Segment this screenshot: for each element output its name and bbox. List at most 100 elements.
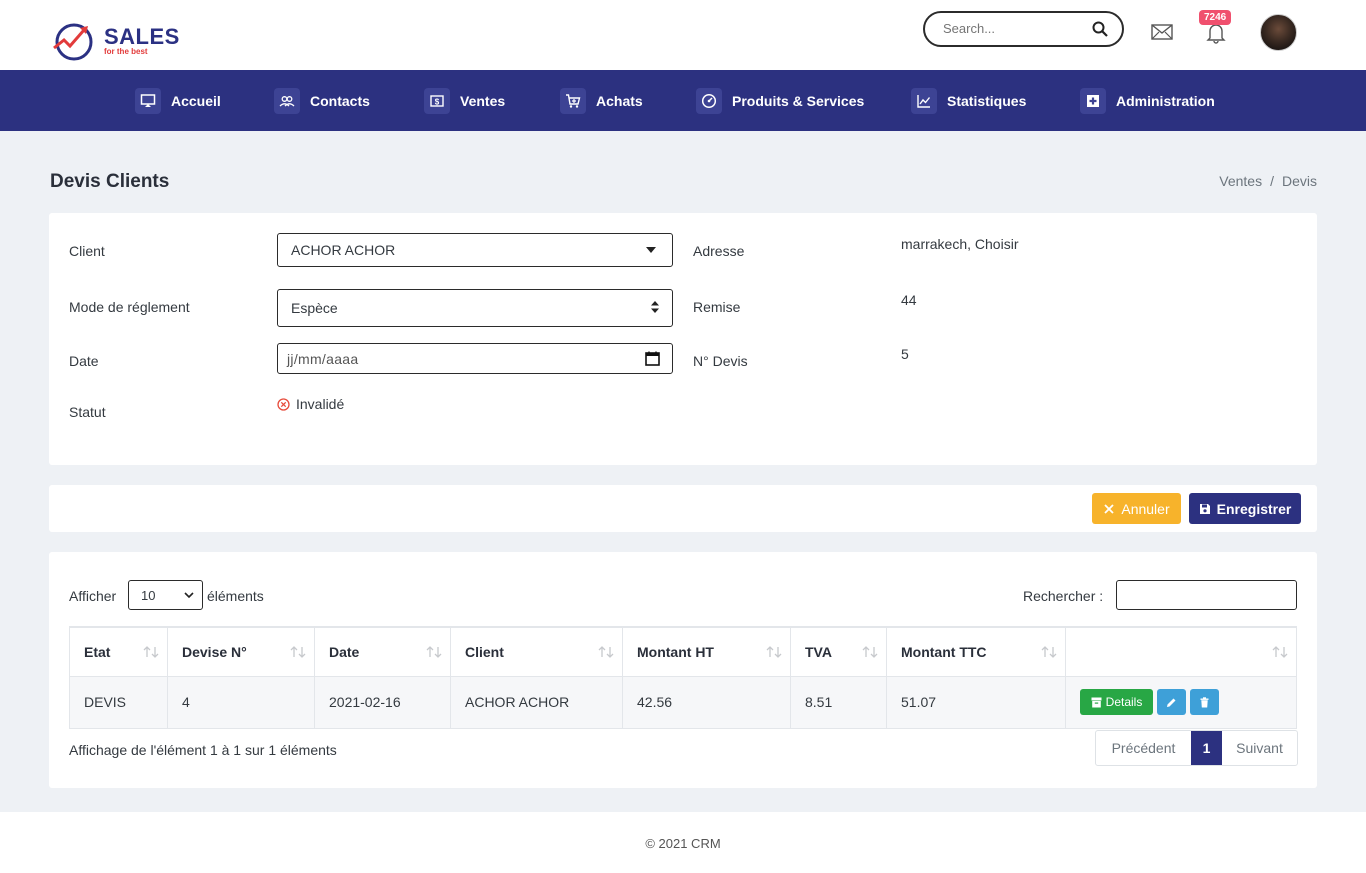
page-title: Devis Clients (50, 171, 170, 192)
sort-icon (1041, 646, 1057, 658)
search-icon[interactable] (1092, 21, 1108, 37)
chevron-down-icon (184, 592, 194, 599)
table-info: Affichage de l'élément 1 à 1 sur 1 éléme… (69, 742, 337, 758)
sort-icon (426, 646, 442, 658)
column-header-etat[interactable]: Etat (69, 626, 168, 677)
cancel-button[interactable]: Annuler (1092, 493, 1181, 524)
chevron-down-icon (646, 247, 656, 253)
breadcrumb-item-ventes[interactable]: Ventes (1219, 173, 1262, 189)
date-input[interactable]: jj/mm/aaaa (277, 343, 673, 374)
page-length-value: 10 (141, 587, 156, 603)
cell-montant-ht: 42.56 (622, 675, 791, 729)
elements-label: éléments (207, 588, 264, 604)
breadcrumb: Ventes / Devis (1219, 173, 1317, 189)
nav-item-label: Administration (1116, 93, 1215, 109)
nav-item-statistiques[interactable]: Statistiques (911, 88, 1026, 114)
nav-item-contacts[interactable]: Contacts (274, 88, 370, 114)
nav-item-achats[interactable]: Achats (560, 88, 643, 114)
breadcrumb-item-devis: Devis (1281, 173, 1317, 189)
statut-label: Statut (69, 404, 106, 420)
save-button[interactable]: Enregistrer (1189, 493, 1301, 524)
pagination: Précédent 1 Suivant (1095, 730, 1298, 766)
delete-button[interactable] (1190, 689, 1219, 715)
global-search-input[interactable] (943, 21, 1093, 36)
column-header-montant-ttc[interactable]: Montant TTC (886, 626, 1066, 677)
previous-page-button[interactable]: Précédent (1096, 731, 1191, 765)
global-search[interactable] (923, 11, 1124, 47)
cell-devise-number: 4 (167, 675, 315, 729)
sort-icon (1272, 646, 1288, 658)
table-search-label: Rechercher : (1023, 588, 1104, 604)
column-header-label: Date (329, 643, 360, 660)
column-header-devise[interactable]: Devise N° (167, 626, 315, 677)
nav-item-label: Statistiques (947, 93, 1027, 109)
mode-reglement-label: Mode de réglement (69, 299, 190, 315)
avatar[interactable] (1260, 14, 1297, 51)
sales-logo[interactable]: SALES for the best (50, 18, 180, 62)
column-header-label: Etat (84, 643, 111, 660)
mode-reglement-value: Espèce (291, 300, 338, 316)
trash-icon (1200, 696, 1209, 707)
pencil-icon (1167, 698, 1176, 707)
bell-icon[interactable] (1206, 22, 1226, 44)
page-1-button[interactable]: 1 (1191, 731, 1222, 765)
column-header-label: TVA (805, 643, 832, 660)
mail-icon[interactable] (1151, 24, 1173, 40)
column-header-client[interactable]: Client (450, 626, 623, 677)
cell-montant-ttc: 51.07 (886, 675, 1066, 729)
date-input-placeholder: jj/mm/aaaa (287, 350, 359, 367)
footer-copyright: © 2021 CRM (645, 836, 721, 851)
column-header-date[interactable]: Date (314, 626, 451, 677)
row-actions: Details (1080, 689, 1282, 715)
nav-item-label: Accueil (171, 93, 221, 109)
nav-item-administration[interactable]: Administration (1080, 88, 1215, 114)
cell-actions: Details (1065, 675, 1297, 729)
gauge-icon (696, 88, 722, 114)
plus-box-icon (1080, 88, 1106, 114)
remise-value: 44 (901, 292, 917, 308)
date-label: Date (69, 353, 99, 369)
sort-icon (143, 646, 159, 658)
column-header-tva[interactable]: TVA (790, 626, 887, 677)
breadcrumb-separator: / (1270, 173, 1274, 189)
remise-label: Remise (693, 299, 741, 315)
nav-item-accueil[interactable]: Accueil (135, 88, 221, 114)
table-row: DEVIS 4 2021-02-16 ACHOR ACHOR 42.56 8.5… (69, 675, 1297, 729)
calendar-icon[interactable] (645, 351, 660, 366)
adresse-label: Adresse (693, 243, 745, 259)
notification-badge: 7246 (1199, 10, 1232, 25)
table-search-input[interactable] (1116, 580, 1297, 610)
column-header-montant-ht[interactable]: Montant HT (622, 626, 791, 677)
client-select[interactable]: ACHOR ACHOR (277, 233, 673, 267)
page-length-select[interactable]: 10 (128, 580, 203, 610)
next-page-button[interactable]: Suivant (1222, 731, 1297, 765)
nav-item-ventes[interactable]: $ Ventes (424, 88, 505, 114)
mode-reglement-select[interactable]: Espèce (277, 289, 673, 327)
archive-icon (1091, 697, 1102, 707)
client-select-value: ACHOR ACHOR (291, 242, 396, 258)
column-header-label: Client (465, 643, 504, 660)
n-devis-value: 5 (901, 346, 909, 362)
devis-form-card: Client ACHOR ACHOR Mode de réglement Esp… (49, 213, 1317, 465)
logo-emblem-icon (53, 23, 93, 61)
edit-button[interactable] (1157, 689, 1186, 715)
devis-table-card: Afficher 10 éléments Rechercher : Etat D… (49, 552, 1317, 788)
dollar-icon: $ (424, 88, 450, 114)
nav-item-produits-services[interactable]: Produits & Services (696, 88, 864, 114)
sort-icon (862, 646, 878, 658)
main-nav: Accueil Contacts $ Ventes Achats Produit… (0, 70, 1366, 131)
sort-icon (766, 646, 782, 658)
column-header-actions[interactable] (1065, 626, 1297, 677)
sort-arrows-icon (651, 301, 659, 313)
details-button[interactable]: Details (1080, 689, 1153, 715)
cancel-button-label: Annuler (1121, 500, 1170, 517)
users-icon (274, 88, 300, 114)
cell-client: ACHOR ACHOR (450, 675, 623, 729)
page-length-label: Afficher (69, 588, 117, 604)
cell-date: 2021-02-16 (314, 675, 451, 729)
actions-card: Annuler Enregistrer (49, 485, 1317, 532)
nav-item-label: Ventes (460, 93, 506, 109)
table-header-row: Etat Devise N° Date Client Montant HT TV… (69, 626, 1297, 677)
status-badge: Invalidé (277, 396, 344, 412)
chart-icon (911, 88, 937, 114)
